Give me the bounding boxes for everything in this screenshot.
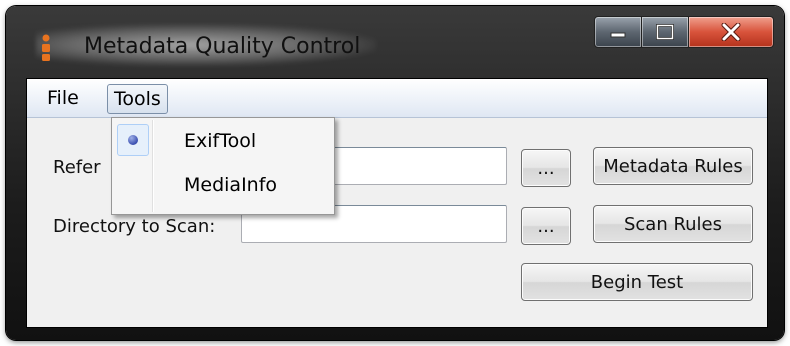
close-button[interactable] — [689, 16, 774, 48]
window-title: Metadata Quality Control — [84, 34, 361, 59]
tools-dropdown-menu: ExifTool MediaInfo — [111, 117, 335, 215]
radio-check-icon — [117, 124, 149, 156]
app-icon[interactable] — [38, 34, 60, 62]
close-icon — [721, 23, 741, 41]
directory-label: Directory to Scan: — [53, 216, 216, 237]
menu-file[interactable]: File — [41, 84, 85, 112]
radio-dot — [128, 135, 138, 145]
minimize-icon — [610, 32, 626, 38]
browse-directory-button[interactable]: ... — [521, 207, 571, 245]
maximize-button[interactable] — [642, 16, 689, 48]
minimize-button[interactable] — [594, 16, 642, 48]
client-area: File Tools Refer ... Metadata Rules Dire… — [26, 78, 768, 328]
maximize-icon — [656, 24, 674, 40]
metadata-rules-button[interactable]: Metadata Rules — [593, 147, 753, 185]
menu-item-exiftool[interactable]: ExifTool — [184, 130, 256, 152]
title-bar[interactable]: Metadata Quality Control — [6, 6, 784, 78]
menu-item-mediainfo[interactable]: MediaInfo — [184, 174, 277, 196]
menu-bar: File Tools — [27, 79, 767, 118]
menu-gutter — [152, 120, 154, 212]
browse-reference-button[interactable]: ... — [521, 149, 571, 187]
begin-test-button[interactable]: Begin Test — [521, 263, 753, 301]
menu-tools[interactable]: Tools — [107, 84, 168, 114]
scan-rules-button[interactable]: Scan Rules — [593, 205, 753, 243]
app-window: Metadata Quality Control File Tools Refe… — [6, 6, 784, 340]
caption-buttons — [594, 16, 774, 48]
reference-label: Refer — [53, 157, 101, 178]
